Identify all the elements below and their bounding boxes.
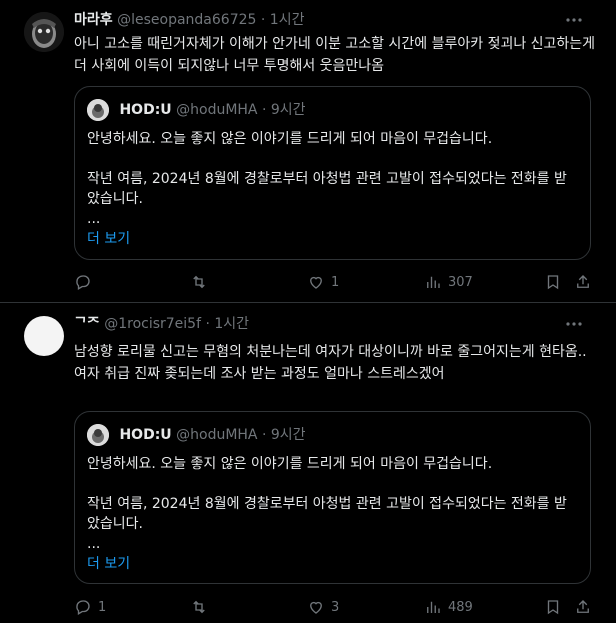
views-button[interactable]: 489: [424, 597, 473, 617]
views-count: 489: [448, 599, 473, 615]
quote-handle[interactable]: @hoduMHA: [176, 427, 257, 443]
post[interactable]: ᄀᄌ @1rocisr7ei5f · 1시간 남성향 로리물 신고는 무혐의 처…: [0, 303, 616, 623]
repost-icon: [193, 275, 205, 289]
quote-ellipsis: ...: [87, 211, 101, 227]
quote-line: 작년 여름, 2024년 8월에 경찰로부터 아청법 관련 고발이 접수되었다는…: [87, 496, 567, 532]
views-button[interactable]: 307: [424, 272, 473, 292]
share-icon: [577, 600, 589, 613]
quote-line: 안녕하세요. 오늘 좋지 않은 이야기를 드리게 되어 마음이 무겁습니다.: [87, 131, 493, 147]
like-button[interactable]: 3: [307, 597, 339, 617]
quote-display-name[interactable]: HOD:U: [119, 102, 171, 118]
post[interactable]: 마라후 @leseopanda66725 · 1시간 아니 고소를 때린거자체가…: [0, 0, 616, 303]
bookmark-icon: [547, 275, 559, 290]
share-icon: [577, 275, 589, 288]
quoted-post[interactable]: HOD:U @hoduMHA · 9시간 안녕하세요. 오늘 좋지 않은 이야기…: [74, 411, 591, 584]
quote-timestamp[interactable]: 9시간: [271, 427, 306, 443]
quote-body: 안녕하세요. 오늘 좋지 않은 이야기를 드리게 되어 마음이 무겁습니다. 작…: [87, 129, 577, 249]
timestamp[interactable]: 1시간: [270, 12, 305, 28]
repost-icon: [193, 600, 205, 614]
like-button[interactable]: 1: [307, 272, 339, 292]
repost-button[interactable]: [190, 597, 214, 617]
quote-separator: ·: [261, 427, 267, 443]
quote-header: HOD:U @hoduMHA · 9시간: [87, 424, 306, 446]
post-text: 남성향 로리물 신고는 무혐의 처분나는데 여자가 대상이니까 바로 줄그어지는…: [74, 344, 587, 382]
post-text: 아니 고소를 때린거자체가 이해가 안가네 이분 고소할 시간에 블루아카 젖괴…: [74, 36, 596, 74]
separator: ·: [260, 12, 266, 28]
quote-separator: ·: [261, 102, 267, 118]
handle[interactable]: @1rocisr7ei5f: [104, 316, 201, 332]
reply-icon: [76, 600, 90, 615]
quote-ellipsis: ...: [87, 536, 101, 552]
like-icon: [310, 276, 322, 289]
share-button[interactable]: [574, 597, 592, 617]
action-bar: 1 3 489: [74, 597, 594, 617]
more-icon[interactable]: [564, 10, 584, 30]
post-header: 마라후 @leseopanda66725 · 1시간: [74, 10, 600, 30]
quote-body: 안녕하세요. 오늘 좋지 않은 이야기를 드리게 되어 마음이 무겁습니다. 작…: [87, 454, 577, 574]
quoted-post[interactable]: HOD:U @hoduMHA · 9시간 안녕하세요. 오늘 좋지 않은 이야기…: [74, 86, 591, 260]
share-button[interactable]: [574, 272, 592, 292]
separator: ·: [205, 316, 210, 332]
like-icon: [310, 601, 322, 614]
show-more-link[interactable]: 더 보기: [87, 554, 577, 574]
avatar[interactable]: [24, 12, 64, 52]
like-count: 1: [331, 274, 340, 290]
reply-button[interactable]: [74, 272, 98, 292]
quote-timestamp[interactable]: 9시간: [271, 102, 306, 118]
reply-button[interactable]: 1: [74, 597, 106, 617]
bookmark-icon: [547, 600, 559, 615]
post-header: ᄀᄌ @1rocisr7ei5f · 1시간: [74, 314, 600, 334]
quote-handle[interactable]: @hoduMHA: [176, 102, 257, 118]
views-icon: [427, 601, 440, 613]
reply-count: 1: [98, 599, 107, 615]
like-count: 3: [331, 599, 340, 615]
quote-display-name[interactable]: HOD:U: [119, 427, 171, 443]
display-name[interactable]: ᄀᄌ: [74, 316, 100, 332]
views-icon: [427, 276, 440, 288]
bookmark-button[interactable]: [544, 597, 562, 617]
quote-avatar[interactable]: [87, 424, 109, 446]
quote-header: HOD:U @hoduMHA · 9시간: [87, 99, 306, 121]
avatar[interactable]: [24, 316, 64, 356]
bookmark-button[interactable]: [544, 272, 562, 292]
timestamp[interactable]: 1시간: [214, 316, 249, 332]
quote-avatar[interactable]: [87, 99, 109, 121]
reply-icon: [76, 275, 90, 290]
action-bar: 1 307: [74, 272, 594, 292]
show-more-link[interactable]: 더 보기: [87, 229, 577, 249]
display-name[interactable]: 마라후: [74, 12, 113, 28]
more-icon[interactable]: [564, 314, 584, 334]
quote-line: 안녕하세요. 오늘 좋지 않은 이야기를 드리게 되어 마음이 무겁습니다.: [87, 456, 493, 472]
quote-line: 작년 여름, 2024년 8월에 경찰로부터 아청법 관련 고발이 접수되었다는…: [87, 171, 567, 207]
views-count: 307: [448, 274, 473, 290]
handle[interactable]: @leseopanda66725: [117, 12, 256, 28]
repost-button[interactable]: [190, 272, 214, 292]
